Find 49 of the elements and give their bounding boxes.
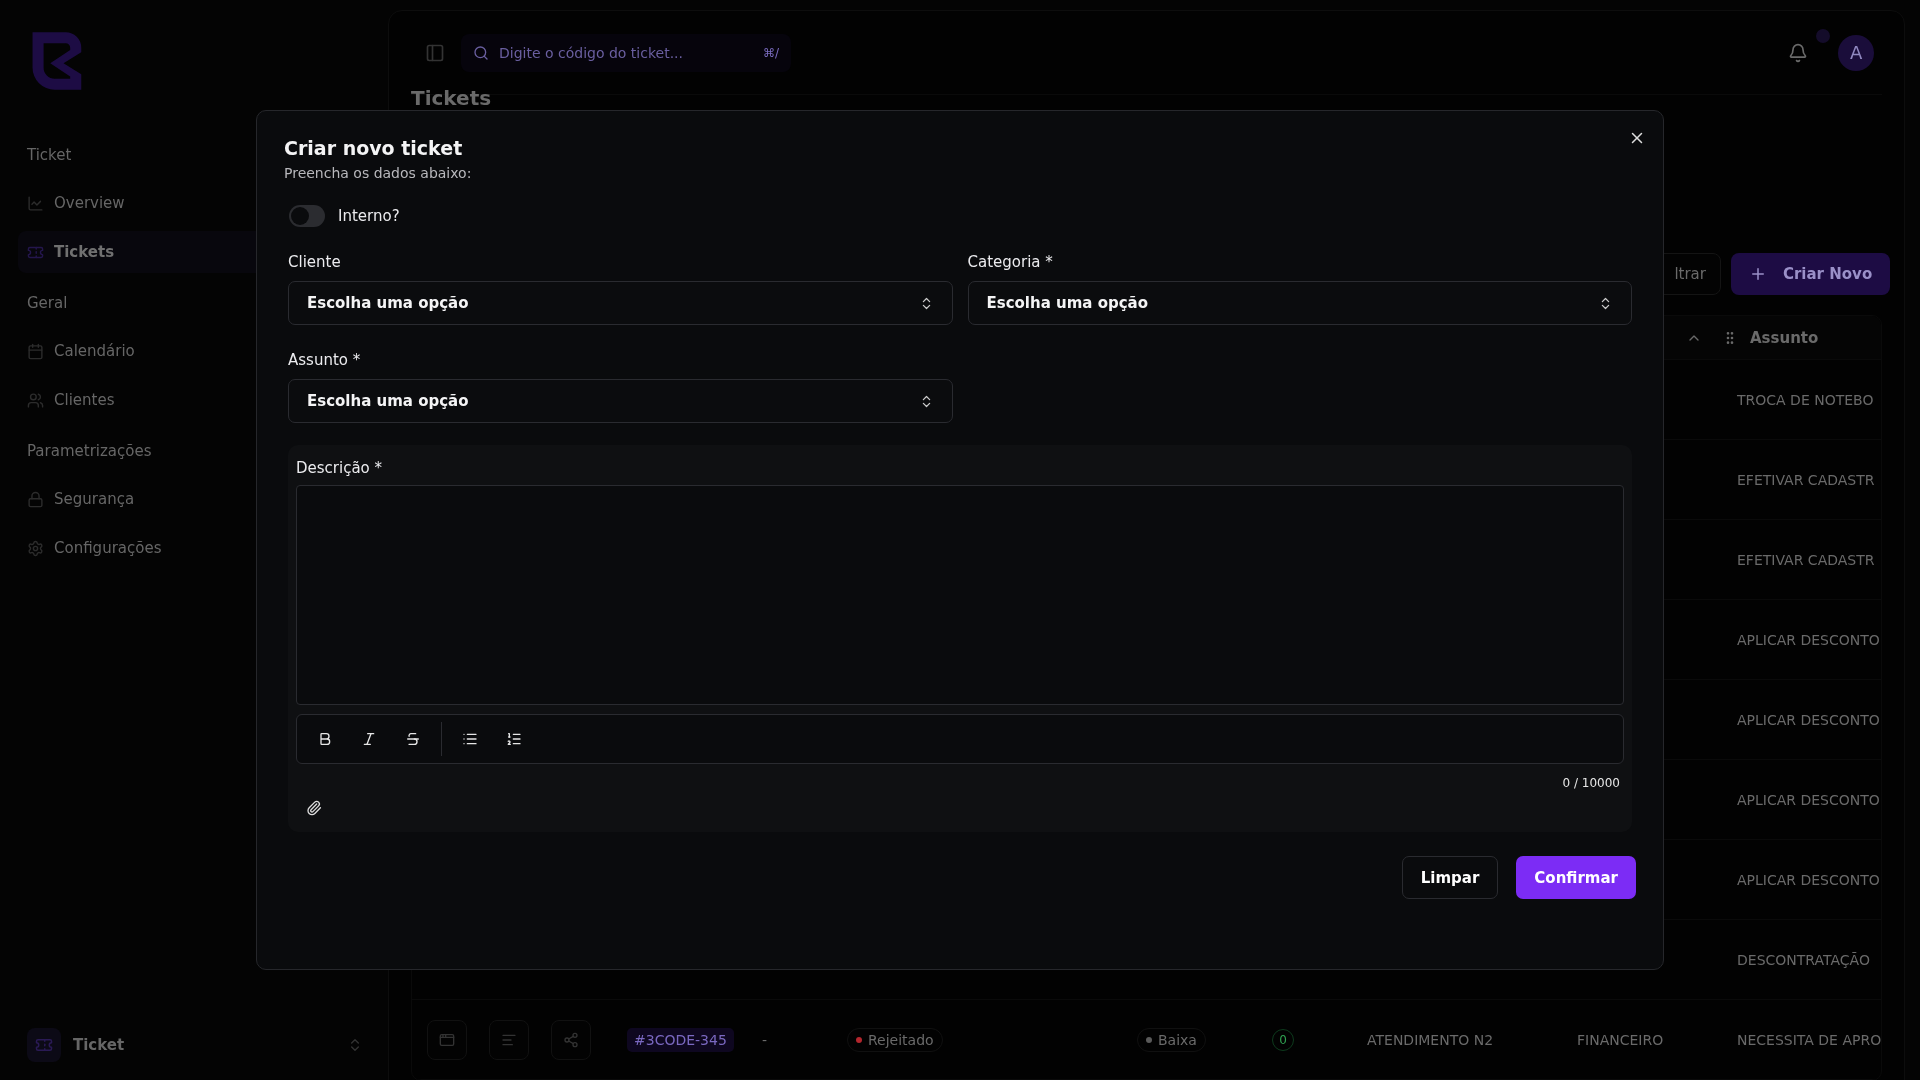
workspace-name: Ticket [73, 1036, 126, 1054]
table-cell-text: - [762, 1031, 769, 1048]
table-cell-text: APLICAR DESCONTO [1737, 791, 1881, 808]
nav-icon [27, 391, 44, 409]
table-cell-text: EFETIVAR CADASTR [1737, 551, 1876, 568]
avatar[interactable]: A [1838, 34, 1875, 71]
toggle-switch[interactable] [289, 205, 325, 227]
nav-icon [27, 194, 44, 212]
nav-icon [27, 342, 44, 360]
section-title: Parametrizações [26, 442, 153, 460]
table-cell: NECESSITA DE APRO [1737, 1031, 1882, 1048]
nav-icon [27, 490, 44, 508]
table-cell-text: APLICAR DESCONTO [1737, 631, 1881, 648]
sidebar-item[interactable]: Segurança [18, 478, 372, 520]
page-title: Tickets [411, 87, 493, 111]
ticket-code: #3CODE-345 [627, 1027, 734, 1052]
bell-icon[interactable] [1788, 42, 1809, 63]
table-cell-text: ATENDIMENTO N2 [1367, 1031, 1495, 1048]
dialog-subtitle: Preencha os dados abaixo: [284, 165, 473, 181]
section-title: Geral [26, 294, 69, 312]
select-field[interactable]: Escolha uma opção [288, 281, 953, 325]
field-label: Descrição * [296, 459, 384, 477]
create-button[interactable]: Criar Novo [1730, 253, 1891, 295]
search-field[interactable]: Digite o código do ticket... ⌘/ [461, 33, 791, 72]
table-cell-text: APLICAR DESCONTO [1737, 711, 1881, 728]
table-cell-text: DESCONTRATAÇÃO [1737, 951, 1871, 968]
table-cell-text: FINANCEIRO [1577, 1031, 1665, 1048]
workspace-icon [27, 1028, 61, 1062]
field-label: Categoria * [967, 253, 1054, 271]
confirm-button[interactable]: Confirmar [1516, 856, 1636, 899]
field-label: Cliente [288, 253, 342, 271]
select-field[interactable]: Escolha uma opção [288, 379, 953, 423]
toggle-label: Interno? [338, 207, 400, 225]
search-icon [473, 44, 489, 61]
column-header: Assunto [1750, 328, 1819, 347]
nav-icon [27, 539, 44, 557]
sidebar-item[interactable]: Configurações [18, 527, 372, 569]
dialog-title: Criar novo ticket [284, 137, 464, 159]
table-cell-text: APLICAR DESCONTO [1737, 871, 1881, 888]
clear-button[interactable]: Limpar [1401, 856, 1499, 899]
table-cell-text: TROCA DE NOTEBO [1737, 391, 1875, 408]
notification-dot [1816, 28, 1831, 43]
description-field[interactable] [296, 485, 1624, 705]
field-label: Assunto * [288, 351, 362, 369]
section-title: Ticket [26, 146, 73, 164]
select-field[interactable]: Escolha uma opção [967, 281, 1632, 325]
table-cell-text: EFETIVAR CADASTR [1737, 471, 1876, 488]
character-counter: 0 / 10000 [1562, 776, 1620, 790]
sidebar-toggle-icon[interactable] [425, 42, 445, 63]
